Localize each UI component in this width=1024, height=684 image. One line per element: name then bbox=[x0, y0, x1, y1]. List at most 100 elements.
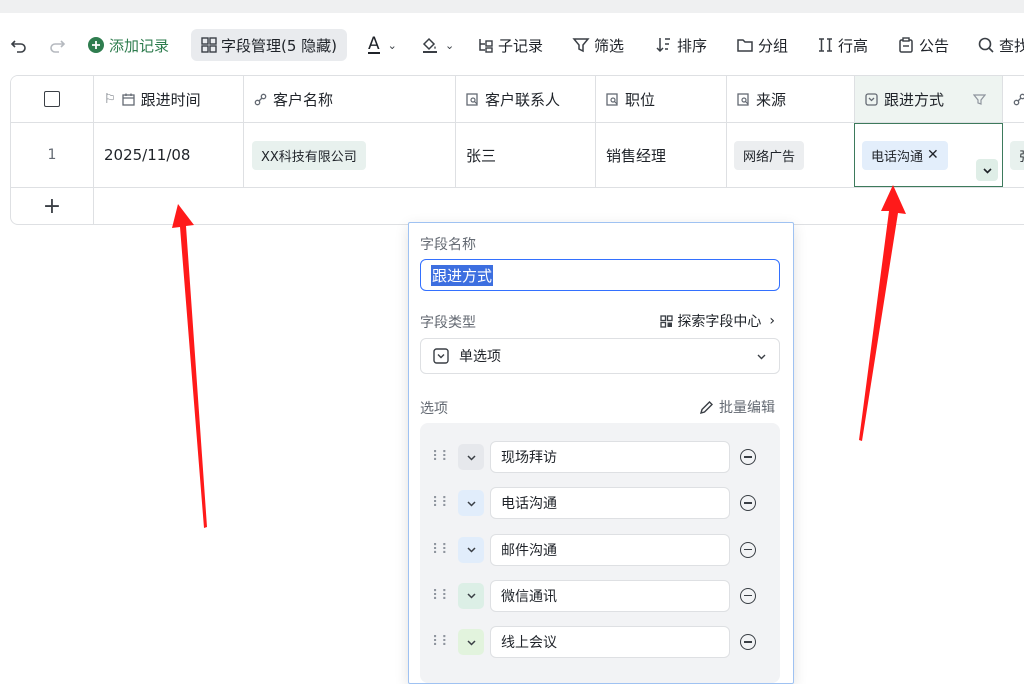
header-source[interactable]: 来源 bbox=[727, 76, 855, 122]
option-row[interactable]: ⠇⠇ 现场拜访 bbox=[420, 441, 780, 475]
option-row[interactable]: ⠇⠇ 线上会议 bbox=[420, 626, 780, 660]
chevron-down-icon bbox=[466, 593, 476, 599]
option-tag-label: 电话沟通 bbox=[871, 149, 924, 165]
remove-option-icon[interactable] bbox=[740, 541, 756, 558]
redo-icon bbox=[48, 36, 66, 54]
single-select-icon bbox=[865, 92, 878, 106]
field-type-select[interactable]: 单选项 bbox=[420, 338, 780, 374]
header-next[interactable] bbox=[1003, 76, 1024, 122]
field-manage-label: 字段管理(5 隐藏) bbox=[221, 36, 338, 55]
header-label: 客户名称 bbox=[273, 90, 334, 109]
cell-position[interactable]: 销售经理 bbox=[596, 123, 727, 187]
drag-handle-icon[interactable]: ⠇⠇ bbox=[432, 588, 451, 604]
redo-button[interactable] bbox=[48, 28, 70, 62]
field-name-input[interactable]: 跟进方式 bbox=[420, 259, 780, 291]
option-row[interactable]: ⠇⠇ 电话沟通 bbox=[420, 487, 780, 521]
header-label: 来源 bbox=[756, 90, 787, 109]
sub-record-button[interactable]: 子记录 bbox=[476, 28, 543, 62]
clipboard-icon bbox=[897, 36, 915, 54]
batch-edit-label: 批量编辑 bbox=[719, 400, 775, 416]
explore-field-center-link[interactable]: 探索字段中心 › bbox=[660, 311, 775, 331]
select-all-checkbox[interactable] bbox=[11, 76, 94, 122]
option-color-picker[interactable] bbox=[458, 582, 484, 609]
remove-option-icon[interactable] bbox=[740, 449, 756, 465]
cell-value: 张三 bbox=[466, 146, 497, 165]
group-button[interactable]: 分组 bbox=[736, 28, 788, 62]
search-button[interactable]: 查找 bbox=[977, 28, 1024, 62]
row-height-button[interactable]: 行高 bbox=[816, 28, 868, 62]
add-record-button[interactable]: 添加记录 bbox=[87, 28, 169, 62]
calendar-icon bbox=[122, 93, 135, 106]
table-header: ⚐ 跟进时间 客户名称 客户联系人 职位 来源 跟进方式 bbox=[11, 76, 1024, 123]
arrow-left bbox=[172, 204, 207, 528]
drag-handle-icon[interactable]: ⠇⠇ bbox=[432, 542, 451, 558]
cell-follow-time[interactable]: 2025/11/08 bbox=[94, 123, 244, 187]
option-input[interactable]: 现场拜访 bbox=[490, 441, 730, 473]
sub-record-label: 子记录 bbox=[498, 36, 544, 55]
paint-bucket-icon bbox=[421, 36, 439, 54]
option-color-picker[interactable] bbox=[458, 629, 484, 656]
option-input[interactable]: 邮件沟通 bbox=[490, 533, 730, 566]
header-company[interactable]: 客户名称 bbox=[244, 76, 456, 122]
field-manage-button[interactable]: 字段管理(5 隐藏) bbox=[191, 29, 348, 61]
options-list: ⠇⠇ 现场拜访 ⠇⠇ 电话沟通 ⠇⠇ 邮件沟通 ⠇⠇ 微信通讯 ⠇⠇ 线上会议 bbox=[420, 423, 780, 683]
sort-button[interactable]: 排序 bbox=[655, 28, 707, 62]
filter-icon[interactable] bbox=[973, 93, 986, 106]
row-height-icon bbox=[816, 36, 834, 54]
option-tag: 电话沟通 ✕ bbox=[862, 140, 948, 170]
option-color-picker[interactable] bbox=[458, 490, 484, 517]
option-input[interactable]: 电话沟通 bbox=[490, 487, 730, 520]
cell-follow-method[interactable]: 电话沟通 ✕ bbox=[854, 123, 1003, 187]
header-follow-time[interactable]: ⚐ 跟进时间 bbox=[94, 76, 244, 122]
toolbar: 添加记录 字段管理(5 隐藏) A ⌄ ⌄ 子记录 筛选 排序 分组 行高 公告… bbox=[0, 28, 1024, 62]
data-table: ⚐ 跟进时间 客户名称 客户联系人 职位 来源 跟进方式 1 2025/11/0… bbox=[10, 75, 1024, 225]
fill-color-button[interactable]: ⌄ bbox=[421, 28, 458, 62]
field-type-label: 字段类型 bbox=[420, 315, 476, 331]
chevron-down-icon bbox=[982, 167, 992, 174]
plus-circle-icon bbox=[87, 36, 105, 54]
header-position[interactable]: 职位 bbox=[596, 76, 727, 122]
notice-button[interactable]: 公告 bbox=[897, 28, 949, 62]
filter-button[interactable]: 筛选 bbox=[572, 28, 624, 62]
add-row-button[interactable]: + bbox=[11, 188, 94, 224]
remove-option-icon[interactable] bbox=[740, 495, 756, 512]
option-row[interactable]: ⠇⠇ 邮件沟通 bbox=[420, 533, 780, 568]
option-input[interactable]: 线上会议 bbox=[490, 626, 730, 659]
close-icon[interactable]: ✕ bbox=[927, 148, 939, 162]
cell-next[interactable]: 张 bbox=[1003, 123, 1024, 187]
header-contact[interactable]: 客户联系人 bbox=[456, 76, 596, 122]
drag-handle-icon[interactable]: ⠇⠇ bbox=[432, 449, 451, 465]
row-index: 1 bbox=[11, 123, 94, 187]
cell-value: 2025/11/08 bbox=[104, 146, 191, 164]
remove-option-icon[interactable] bbox=[740, 587, 756, 604]
drag-handle-icon[interactable]: ⠇⠇ bbox=[432, 495, 451, 511]
table-row[interactable]: 1 2025/11/08 XX科技有限公司 张三 销售经理 网络广告 电话沟通 … bbox=[11, 123, 1024, 188]
undo-button[interactable] bbox=[10, 28, 32, 62]
option-input[interactable]: 微信通讯 bbox=[490, 579, 730, 612]
batch-edit-button[interactable]: 批量编辑 bbox=[699, 397, 775, 417]
lookup-icon bbox=[466, 92, 479, 106]
text-color-button[interactable]: A ⌄ bbox=[368, 28, 401, 62]
chevron-down-icon bbox=[466, 640, 476, 646]
field-name-label: 字段名称 bbox=[420, 237, 476, 253]
add-row[interactable]: + bbox=[11, 188, 1024, 224]
drag-handle-icon[interactable]: ⠇⠇ bbox=[432, 634, 451, 650]
cell-contact[interactable]: 张三 bbox=[456, 123, 596, 187]
option-row[interactable]: ⠇⠇ 微信通讯 bbox=[420, 579, 780, 614]
link-tag[interactable]: 张 bbox=[1010, 140, 1024, 170]
header-follow-method[interactable]: 跟进方式 bbox=[855, 76, 1003, 122]
sub-record-icon bbox=[476, 36, 494, 54]
chevron-down-icon bbox=[756, 351, 767, 362]
filter-label: 筛选 bbox=[594, 36, 625, 55]
field-config-panel: 字段名称 跟进方式 字段类型 探索字段中心 › 单选项 选项 批量编辑 ⠇⠇ 现场… bbox=[408, 222, 794, 684]
search-icon bbox=[977, 36, 995, 54]
option-color-picker[interactable] bbox=[458, 536, 484, 563]
row-height-label: 行高 bbox=[838, 36, 869, 55]
link-tag[interactable]: XX科技有限公司 bbox=[252, 140, 366, 170]
dropdown-toggle[interactable] bbox=[976, 159, 998, 181]
cell-company[interactable]: XX科技有限公司 bbox=[244, 123, 456, 187]
option-color-picker[interactable] bbox=[458, 444, 484, 470]
remove-option-icon[interactable] bbox=[740, 634, 756, 651]
cell-source[interactable]: 网络广告 bbox=[727, 123, 855, 187]
pencil-icon bbox=[699, 400, 714, 415]
